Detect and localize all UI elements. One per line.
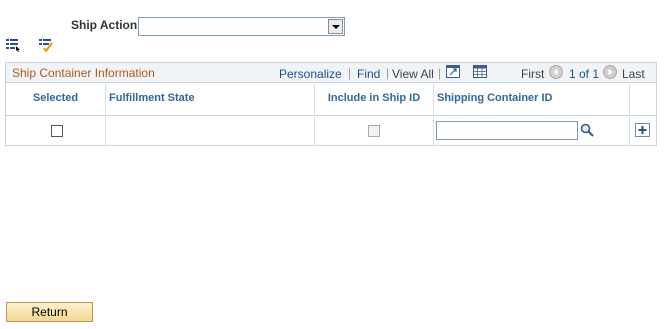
next-row-icon[interactable] [603, 65, 617, 82]
ship-container-grid: Ship Container Information Personalize |… [5, 62, 657, 146]
table-row [6, 117, 656, 145]
column-header-shipping-container-id: Shipping Container ID [434, 84, 630, 116]
selected-checkbox[interactable] [51, 125, 63, 137]
nav-separator: | [438, 66, 442, 80]
chevron-down-icon[interactable] [328, 19, 343, 34]
cell-selected [6, 117, 106, 145]
new-window-icon[interactable] [446, 65, 460, 81]
first-label: First [521, 67, 545, 81]
column-header-actions [630, 84, 656, 116]
cell-shipping-container-id [434, 117, 630, 145]
select-all-icon[interactable] [5, 38, 21, 52]
find-link[interactable]: Find [357, 67, 380, 81]
plus-icon [638, 126, 647, 134]
ship-action-label: Ship Action [71, 18, 138, 32]
nav-separator: | [386, 66, 390, 80]
last-label: Last [622, 67, 645, 81]
column-header-row: Selected Fulfillment State Include in Sh… [6, 84, 656, 116]
personalize-link[interactable]: Personalize [279, 67, 342, 81]
previous-row-icon[interactable] [549, 65, 563, 82]
cell-include-in-ship-id [315, 117, 434, 145]
grid-header: Ship Container Information Personalize |… [6, 63, 656, 83]
ship-action-select[interactable] [138, 17, 345, 36]
search-icon[interactable] [580, 123, 594, 140]
column-header-include-in-ship-id: Include in Ship ID [315, 84, 434, 116]
download-spreadsheet-icon[interactable] [473, 65, 487, 81]
cell-fulfillment-state [106, 117, 315, 145]
row-range-text: 1 of 1 [569, 67, 600, 81]
view-all-link[interactable]: View All [392, 67, 434, 81]
return-button[interactable]: Return [6, 302, 93, 322]
nav-separator: | [348, 66, 352, 80]
shipping-container-id-input[interactable] [436, 121, 578, 140]
spell-check-icon[interactable] [38, 38, 54, 52]
column-header-selected: Selected [6, 84, 106, 116]
column-header-fulfillment-state: Fulfillment State [106, 84, 315, 116]
include-in-ship-id-checkbox [368, 125, 380, 137]
add-row-button[interactable] [635, 123, 650, 137]
cell-row-actions [630, 117, 656, 145]
grid-title: Ship Container Information [12, 66, 155, 80]
